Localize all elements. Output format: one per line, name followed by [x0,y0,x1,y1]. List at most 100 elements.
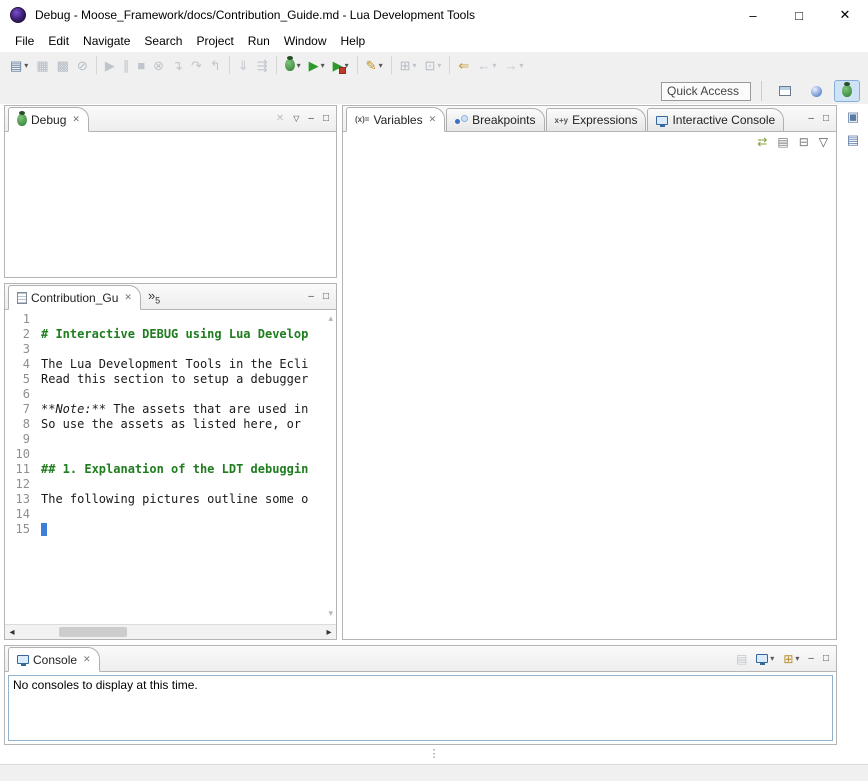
scrollbar-thumb[interactable] [59,627,127,637]
breakpoints-icon [455,115,468,125]
menu-file[interactable]: File [8,31,41,51]
editor-line[interactable]: 7**Note:** The assets that are used in [5,402,322,417]
skip-all-breakpoints-button: ⊘ [74,54,91,76]
new-button[interactable]: ▤▾ [7,54,31,76]
highlight-button[interactable]: ✎▾ [363,54,386,76]
scroll-right-icon[interactable]: ▸ [322,627,336,638]
debug-view-actions: ✕ ▽ – □ [276,114,336,124]
view-menu-icon[interactable]: ▽ [293,115,299,123]
maximize-button[interactable]: □ [776,0,822,30]
close-tab-icon[interactable]: ✕ [83,654,91,665]
external-tools-button[interactable]: ▶▾ [330,54,352,76]
open-console-button[interactable]: ⊞▾ [783,653,799,665]
editor-line[interactable]: 5Read this section to setup a debugger [5,372,322,387]
scroll-up-icon[interactable]: ▴ [328,313,333,324]
maximize-view-icon[interactable]: □ [823,114,829,124]
minimize-button[interactable]: – [730,0,776,30]
menu-navigate[interactable]: Navigate [76,31,137,51]
window-title: Debug - Moose_Framework/docs/Contributio… [35,8,475,22]
scroll-left-icon[interactable]: ◂ [5,627,19,638]
display-console-dropdown-icon[interactable]: ▾ [770,654,774,663]
minimize-view-icon[interactable]: – [308,114,314,124]
quick-access-box[interactable]: Quick Access [661,82,751,101]
editor-line[interactable]: 15 [5,522,322,537]
toolbar-separator [96,56,97,74]
maximize-view-icon[interactable]: □ [323,292,329,302]
editor-text-area[interactable]: 12# Interactive DEBUG using Lua Develop3… [5,312,322,623]
menu-project[interactable]: Project [189,31,240,51]
editor-line[interactable]: 1 [5,312,322,327]
editor-line[interactable]: 4The Lua Development Tools in the Ecli [5,357,322,372]
maximize-view-icon[interactable]: □ [323,114,329,124]
open-search-dropdown-icon[interactable]: ▾ [437,61,441,70]
lua-perspective-icon [811,86,822,97]
editor-line[interactable]: 14 [5,507,322,522]
minimize-view-icon[interactable]: – [808,654,814,664]
menu-run[interactable]: Run [241,31,277,51]
open-perspective-button[interactable] [772,80,798,102]
editor-overflow-chevron[interactable]: »5 [148,288,160,306]
code-segment: ## 1. Explanation of the LDT debuggin [41,462,308,476]
editor-line[interactable]: 12 [5,477,322,492]
editor-line[interactable]: 13The following pictures outline some o [5,492,322,507]
menu-window[interactable]: Window [277,31,334,51]
last-edit-location-button[interactable]: ⇐ [455,54,472,76]
close-tab-icon[interactable]: ✕ [124,292,132,303]
scrollbar-track[interactable] [19,625,322,639]
highlight-dropdown-icon[interactable]: ▾ [379,61,383,70]
show-details-pane-button[interactable]: ▤ [777,136,788,148]
restore-views-button[interactable]: ▣ [847,110,859,123]
back-dropdown-icon[interactable]: ▾ [492,61,496,70]
tab-label: Interactive Console [672,113,775,127]
collapse-all-button[interactable]: ⊟ [799,136,809,148]
tab-console[interactable]: Console ✕ [8,647,100,672]
code-segment: The following pictures outline some o [41,492,308,506]
view-menu-button[interactable]: ▽ [819,136,828,148]
editor-line[interactable]: 11## 1. Explanation of the LDT debuggin [5,462,322,477]
minimize-view-icon[interactable]: – [808,114,814,124]
lua-perspective-button[interactable] [803,80,829,102]
tab-label: Breakpoints [472,113,535,127]
menu-help[interactable]: Help [334,31,373,51]
tab-interactive-console[interactable]: Interactive Console [647,108,784,131]
debug-dropdown-icon[interactable]: ▾ [297,61,301,70]
tab-contribution-guide[interactable]: Contribution_Gu ✕ [8,285,141,310]
editor-line[interactable]: 8So use the assets as listed here, or [5,417,322,432]
show-logical-structures-button[interactable]: ⇄ [757,136,767,148]
debug-perspective-button[interactable] [834,80,860,102]
editor-line[interactable]: 9 [5,432,322,447]
maximize-view-icon[interactable]: □ [823,654,829,664]
minimized-view-button[interactable]: ▤ [847,133,859,146]
close-button[interactable]: ✕ [822,0,868,30]
editor-line[interactable]: 3 [5,342,322,357]
run-dropdown-icon[interactable]: ▾ [321,61,325,70]
tab-variables[interactable]: (x)=Variables✕ [346,107,445,132]
tab-debug[interactable]: Debug ✕ [8,107,89,132]
tab-expressions[interactable]: x+yExpressions [546,108,647,131]
debug-button[interactable]: ▾ [282,54,304,76]
minimize-view-icon[interactable]: – [308,292,314,302]
close-tab-icon[interactable]: ✕ [429,114,437,125]
expressions-icon: x+y [555,116,569,125]
close-tab-icon[interactable]: ✕ [72,114,80,125]
horizontal-scrollbar[interactable]: ◂ ▸ [5,624,336,639]
tab-breakpoints[interactable]: Breakpoints [446,108,544,131]
editor-line[interactable]: 10 [5,447,322,462]
line-number: 8 [5,417,37,432]
new-dropdown-icon[interactable]: ▾ [24,61,28,70]
display-console-button[interactable]: ▾ [756,654,774,663]
editor-line[interactable]: 2# Interactive DEBUG using Lua Develop [5,327,322,342]
menu-edit[interactable]: Edit [41,31,76,51]
forward-dropdown-icon[interactable]: ▾ [519,61,523,70]
editor-line[interactable]: 6 [5,387,322,402]
main-toolbar: ▤▾▦▩⊘▶∥■⊗↴↷↰⇓⇶▾▶▾▶▾✎▾⊞▾⊡▾⇐←▾→▾ [0,52,868,78]
sash-handle[interactable]: ⋮ [429,749,440,760]
console-message: No consoles to display at this time. [13,678,198,692]
run-button[interactable]: ▶▾ [306,54,328,76]
open-wizard-dropdown-icon[interactable]: ▾ [412,61,416,70]
menu-search[interactable]: Search [137,31,189,51]
save-icon: ▦ [36,59,48,72]
open-console-dropdown-icon[interactable]: ▾ [795,654,799,663]
scroll-down-icon[interactable]: ▾ [328,608,333,619]
editor-header: Contribution_Gu ✕ »5 – □ [5,284,336,310]
